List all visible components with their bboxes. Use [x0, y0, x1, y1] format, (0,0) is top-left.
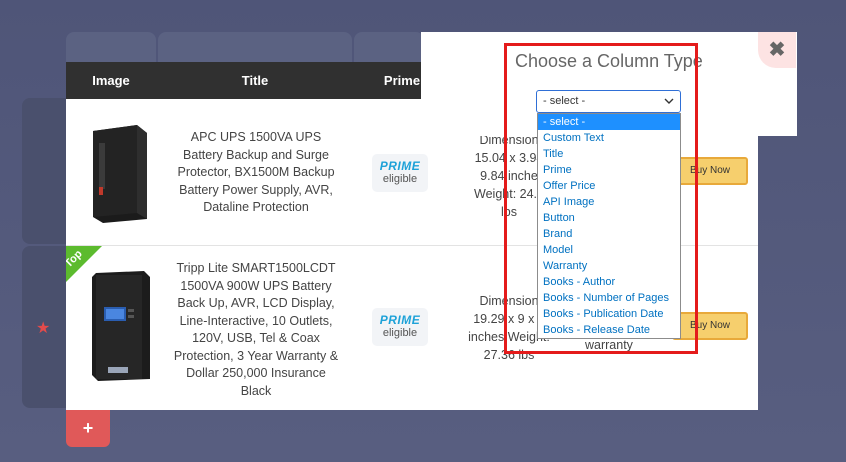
row-rail-1 [22, 98, 68, 244]
product-title: APC UPS 1500VA UPS Battery Backup and Su… [177, 130, 335, 214]
star-icon[interactable]: ★ [36, 318, 50, 338]
prime-badge: PRIME eligible [372, 308, 428, 346]
header-image: Image [92, 73, 130, 88]
column-tab-title[interactable] [158, 32, 352, 64]
highlight-box [504, 43, 698, 354]
prime-badge: PRIME eligible [372, 154, 428, 192]
product-image [78, 121, 162, 225]
ups-product-image [93, 125, 147, 223]
prime-text: PRIME [379, 313, 421, 327]
close-icon[interactable]: ✖ [758, 32, 796, 68]
add-row-button[interactable]: + [66, 410, 110, 447]
column-tab-image[interactable] [66, 32, 156, 64]
column-tab-prime[interactable] [354, 32, 424, 64]
prime-eligible-text: eligible [382, 173, 418, 185]
product-title: Tripp Lite SMART1500LCDT 1500VA 900W UPS… [173, 261, 339, 398]
prime-text: PRIME [379, 159, 421, 173]
header-title: Title [241, 73, 269, 88]
ups-product-image [92, 271, 150, 381]
product-image [78, 266, 162, 386]
prime-eligible-text: eligible [382, 327, 418, 339]
